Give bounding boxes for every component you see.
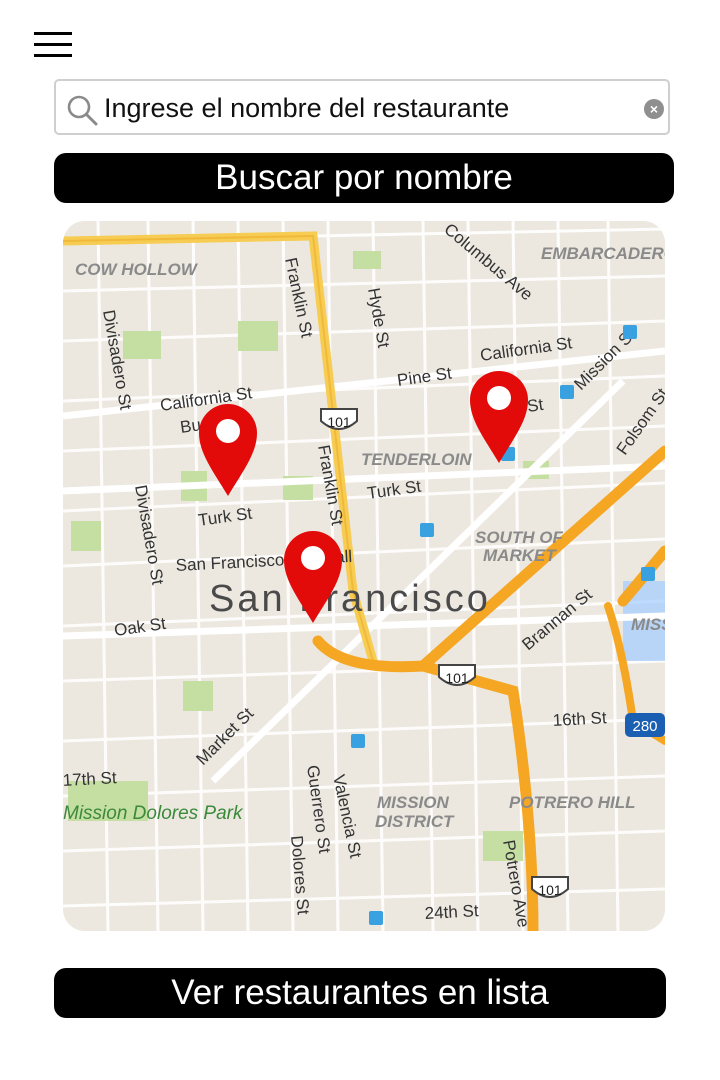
svg-text:101: 101 xyxy=(327,414,351,430)
svg-text:101: 101 xyxy=(445,670,469,686)
svg-text:280: 280 xyxy=(632,718,657,735)
park-label: Mission Dolores Park xyxy=(63,803,244,824)
search-bar[interactable]: × xyxy=(54,79,670,135)
map-label: DISTRICT xyxy=(375,812,455,831)
map-label: TENDERLOIN xyxy=(361,450,472,469)
map-label: COW HOLLOW xyxy=(75,260,199,279)
street-label: 16th St xyxy=(552,708,607,730)
map-label: MISSION xyxy=(377,793,450,812)
street-label: 24th St xyxy=(424,901,479,923)
map-label: POTRERO HILL xyxy=(509,793,636,812)
search-icon xyxy=(67,95,98,126)
clear-icon[interactable]: × xyxy=(644,99,664,119)
map-label: MARKET xyxy=(483,546,557,565)
street-label: 17th St xyxy=(63,768,117,790)
map-label: EMBARCADERO xyxy=(541,244,665,263)
map-label: MISSION xyxy=(631,615,665,634)
map-label: SOUTH OF xyxy=(475,528,563,547)
search-input[interactable] xyxy=(104,89,644,127)
view-list-button[interactable]: Ver restaurantes en lista xyxy=(54,968,666,1018)
highway-shield-icon: 280 xyxy=(625,713,665,737)
search-by-name-button[interactable]: Buscar por nombre xyxy=(54,153,674,203)
map-view[interactable]: COW HOLLOW EMBARCADERO TENDERLOIN SOUTH … xyxy=(63,221,665,931)
city-label: San Francisco xyxy=(209,578,491,620)
svg-text:101: 101 xyxy=(538,882,562,898)
hamburger-menu-icon[interactable] xyxy=(34,32,72,58)
